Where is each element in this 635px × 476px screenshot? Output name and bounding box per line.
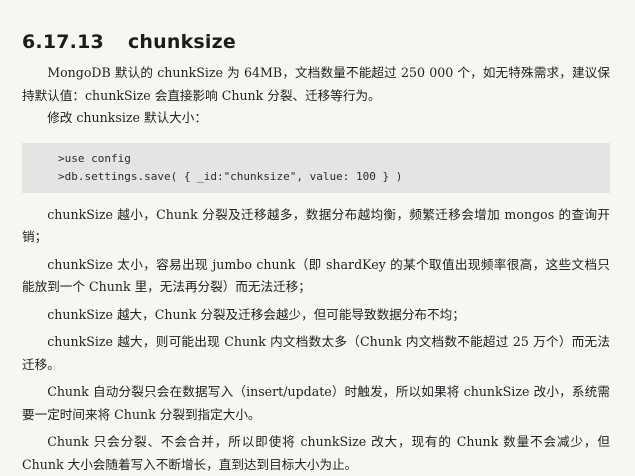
code-line-settings-save: >db.settings.save( { _id:"chunksize", va… [58,169,403,183]
code-line-use-config: >use config [58,151,131,165]
point-larger-uneven: chunkSize 越大，Chunk 分裂及迁移会越少，但可能导致数据分布不均； [47,306,465,322]
intro-paragraph: MongoDB 默认的 chunkSize 为 64MB，文档数量不能超过 25… [22,65,610,103]
code-block: >use config >db.settings.save( { _id:"ch… [22,142,610,193]
point-larger-no-migrate: chunkSize 越大，则可能出现 Chunk 内文档数太多（Chunk 内文… [22,334,610,372]
point-smaller-chunks: chunkSize 越小，Chunk 分裂及迁移越多，数据分布越均衡，频繁迁移会… [22,206,610,245]
point-too-small-jumbo: chunkSize 太小，容易出现 jumbo chunk（即 shardKey… [22,256,610,295]
section-number: 6.17.13 [22,30,104,53]
document-page: 6.17.13 chunksize MongoDB 默认的 chunkSize … [0,0,635,474]
modify-paragraph: 修改 chunksize 默认大小： [47,110,207,125]
point-auto-split: Chunk 自动分裂只会在数据写入（insert/update）时触发，所以如果… [22,384,610,422]
section-title: chunksize [127,30,236,53]
section-body: MongoDB 默认的 chunkSize 为 64MB，文档数量不能超过 25… [22,62,610,476]
section-heading: 6.17.13 chunksize [22,31,236,61]
point-no-merge: Chunk 只会分裂、不会合并，所以即使将 chunkSize 改大，现有的 C… [22,434,610,472]
